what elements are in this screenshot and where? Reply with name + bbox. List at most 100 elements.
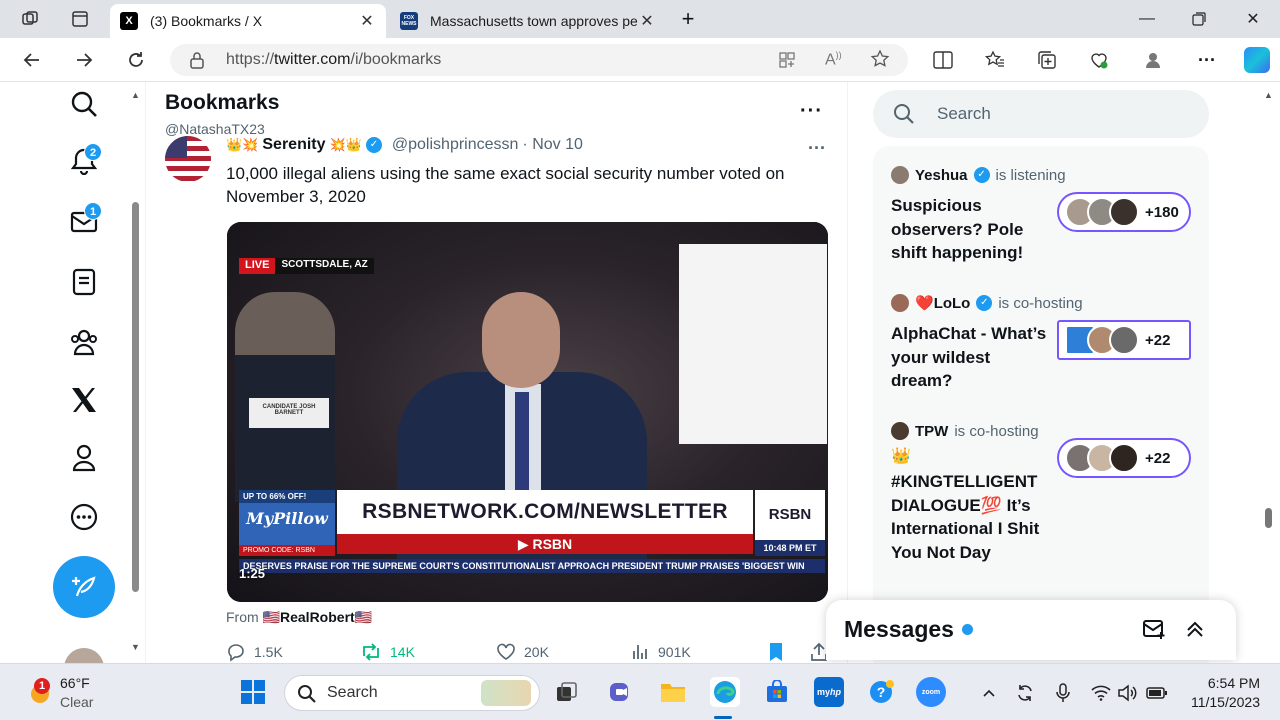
host-avatar <box>891 166 909 184</box>
scroll-up-arrow-icon[interactable]: ▲ <box>131 90 140 100</box>
host-name: ❤️LoLo <box>915 294 970 312</box>
windows-start-icon[interactable] <box>238 677 268 707</box>
microphone-icon[interactable] <box>1052 682 1074 704</box>
space-card[interactable]: TPW is co-hosting 👑 #KINGTELLIGENT DIALO… <box>891 420 1201 562</box>
microsoft-store-icon[interactable] <box>762 677 792 707</box>
teams-meet-icon[interactable] <box>606 677 636 707</box>
battery-icon[interactable] <box>1146 682 1168 704</box>
like-button[interactable]: 20K <box>496 642 549 662</box>
promo-top: UP TO 66% OFF! <box>239 490 335 503</box>
scroll-down-arrow-icon[interactable]: ▼ <box>131 642 140 652</box>
collections-icon[interactable] <box>1036 49 1058 71</box>
file-explorer-icon[interactable] <box>658 677 688 707</box>
space-listeners-pill[interactable]: +22 <box>1057 438 1191 478</box>
new-tab-icon[interactable]: + <box>674 6 702 32</box>
favorite-star-icon[interactable] <box>870 49 890 74</box>
url-host: twitter.com <box>274 51 351 68</box>
tweet-author-avatar[interactable] <box>165 136 211 182</box>
profile-icon[interactable] <box>1142 49 1164 71</box>
wifi-icon[interactable] <box>1090 682 1112 704</box>
tweet-video[interactable]: CANDIDATE JOSH BARNETT LIVE SCOTTSDALE, … <box>227 222 828 602</box>
close-tab-icon[interactable]: ✕ <box>638 11 656 31</box>
header-more-icon[interactable]: ··· <box>800 100 823 123</box>
explore-search-icon[interactable] <box>64 84 104 124</box>
repost-button[interactable]: 14K <box>360 642 415 662</box>
author-name[interactable]: Serenity <box>262 136 325 154</box>
minimize-icon[interactable]: — <box>1124 0 1170 38</box>
back-icon[interactable] <box>18 46 46 74</box>
read-aloud-icon[interactable]: A)) <box>825 50 842 69</box>
new-message-icon[interactable] <box>1142 618 1166 645</box>
weather-widget[interactable]: 1 66°F Clear <box>26 674 93 712</box>
profile-icon[interactable] <box>64 438 104 478</box>
crown-emoji-icon: 👑 <box>891 448 911 465</box>
search-input[interactable]: Search <box>873 90 1209 138</box>
tab-bookmarks[interactable]: X (3) Bookmarks / X ✕ <box>110 4 386 38</box>
scroll-thumb[interactable] <box>1265 508 1272 528</box>
lock-icon[interactable] <box>190 51 204 74</box>
refresh-icon[interactable] <box>122 46 150 74</box>
space-listeners-pill[interactable]: +22 <box>1057 320 1191 360</box>
expand-drawer-icon[interactable] <box>1184 618 1206 645</box>
reply-button[interactable]: 1.5K <box>226 642 283 662</box>
space-listeners-pill[interactable]: +180 <box>1057 192 1191 232</box>
tab-actions-icon[interactable] <box>66 6 94 32</box>
page-scrollbar[interactable]: ▲ <box>1262 82 1276 663</box>
x-premium-logo-icon[interactable] <box>64 380 104 420</box>
more-options-icon[interactable] <box>64 497 104 537</box>
compose-post-button[interactable] <box>53 556 115 618</box>
taskbar-search[interactable]: Search <box>284 675 540 711</box>
reply-count: 1.5K <box>254 644 283 660</box>
left-navigation: 2 1 <box>0 82 145 663</box>
space-card[interactable]: Yeshua ✓ is listening Suspicious observe… <box>891 164 1201 262</box>
task-view-icon[interactable] <box>552 677 582 707</box>
show-hidden-icons-icon[interactable] <box>978 682 1000 704</box>
promo-logo: MyPillow <box>246 509 328 528</box>
from-account[interactable]: 🇺🇸RealRobert🇺🇸 <box>263 609 373 625</box>
account-avatar[interactable] <box>64 648 104 663</box>
copilot-icon[interactable] <box>1244 47 1270 73</box>
video-person-left <box>235 292 335 502</box>
host-name-text: LoLo <box>933 295 971 312</box>
url-path: /i/bookmarks <box>350 51 442 68</box>
views-button[interactable]: 901K <box>630 642 691 662</box>
address-bar[interactable]: https://twitter.com/i/bookmarks A)) <box>170 44 908 76</box>
tab-fox-news[interactable]: FOX NEWS Massachusetts town approves pe … <box>390 4 666 38</box>
myhp-icon[interactable]: my hp <box>814 677 844 707</box>
lists-icon[interactable] <box>64 262 104 302</box>
settings-more-icon[interactable]: ··· <box>1196 49 1218 71</box>
weather-temperature: 66°F <box>60 675 90 691</box>
app-available-icon[interactable] <box>778 51 796 74</box>
communities-icon[interactable] <box>64 322 104 362</box>
get-help-icon[interactable]: ? <box>866 677 896 707</box>
bookmark-button[interactable] <box>768 642 784 662</box>
left-scrollbar[interactable]: ▲ ▼ <box>129 82 143 663</box>
forward-icon[interactable] <box>70 46 98 74</box>
split-screen-icon[interactable] <box>932 49 954 71</box>
network-logo-box: RSBN 10:48 PM ET <box>755 490 825 556</box>
system-clock[interactable]: 6:54 PM 11/15/2023 <box>1180 674 1260 712</box>
scroll-up-arrow-icon[interactable]: ▲ <box>1264 90 1273 100</box>
scroll-thumb[interactable] <box>132 202 139 592</box>
messages-drawer[interactable]: Messages <box>826 600 1236 660</box>
close-tab-icon[interactable]: ✕ <box>358 11 376 31</box>
listener-avatar <box>1109 443 1139 473</box>
edge-browser-icon[interactable] <box>710 677 740 707</box>
sync-icon[interactable] <box>1014 682 1036 704</box>
restore-icon[interactable] <box>1176 0 1222 38</box>
workspaces-icon[interactable] <box>16 6 44 32</box>
ticker-headline: RSBNETWORK.COM/NEWSLETTER <box>337 490 753 534</box>
browser-tab-bar: X (3) Bookmarks / X ✕ FOX NEWS Massachus… <box>0 0 1280 38</box>
volume-icon[interactable] <box>1116 682 1138 704</box>
verified-badge-icon: ✓ <box>976 295 993 311</box>
tweet-date[interactable]: · Nov 10 <box>522 136 582 154</box>
space-card[interactable]: ❤️LoLo ✓ is co-hosting AlphaChat - What’… <box>891 292 1201 390</box>
author-handle[interactable]: @polishprincessn <box>392 136 519 154</box>
tweet-more-icon[interactable]: ··· <box>808 138 826 159</box>
tab-title: (3) Bookmarks / X <box>150 13 263 29</box>
close-window-icon[interactable]: ✕ <box>1230 0 1276 38</box>
listener-count: +180 <box>1145 203 1179 221</box>
browser-essentials-icon[interactable] <box>1088 49 1110 71</box>
favorites-icon[interactable] <box>984 49 1006 71</box>
zoom-icon[interactable]: zoom <box>916 677 946 707</box>
